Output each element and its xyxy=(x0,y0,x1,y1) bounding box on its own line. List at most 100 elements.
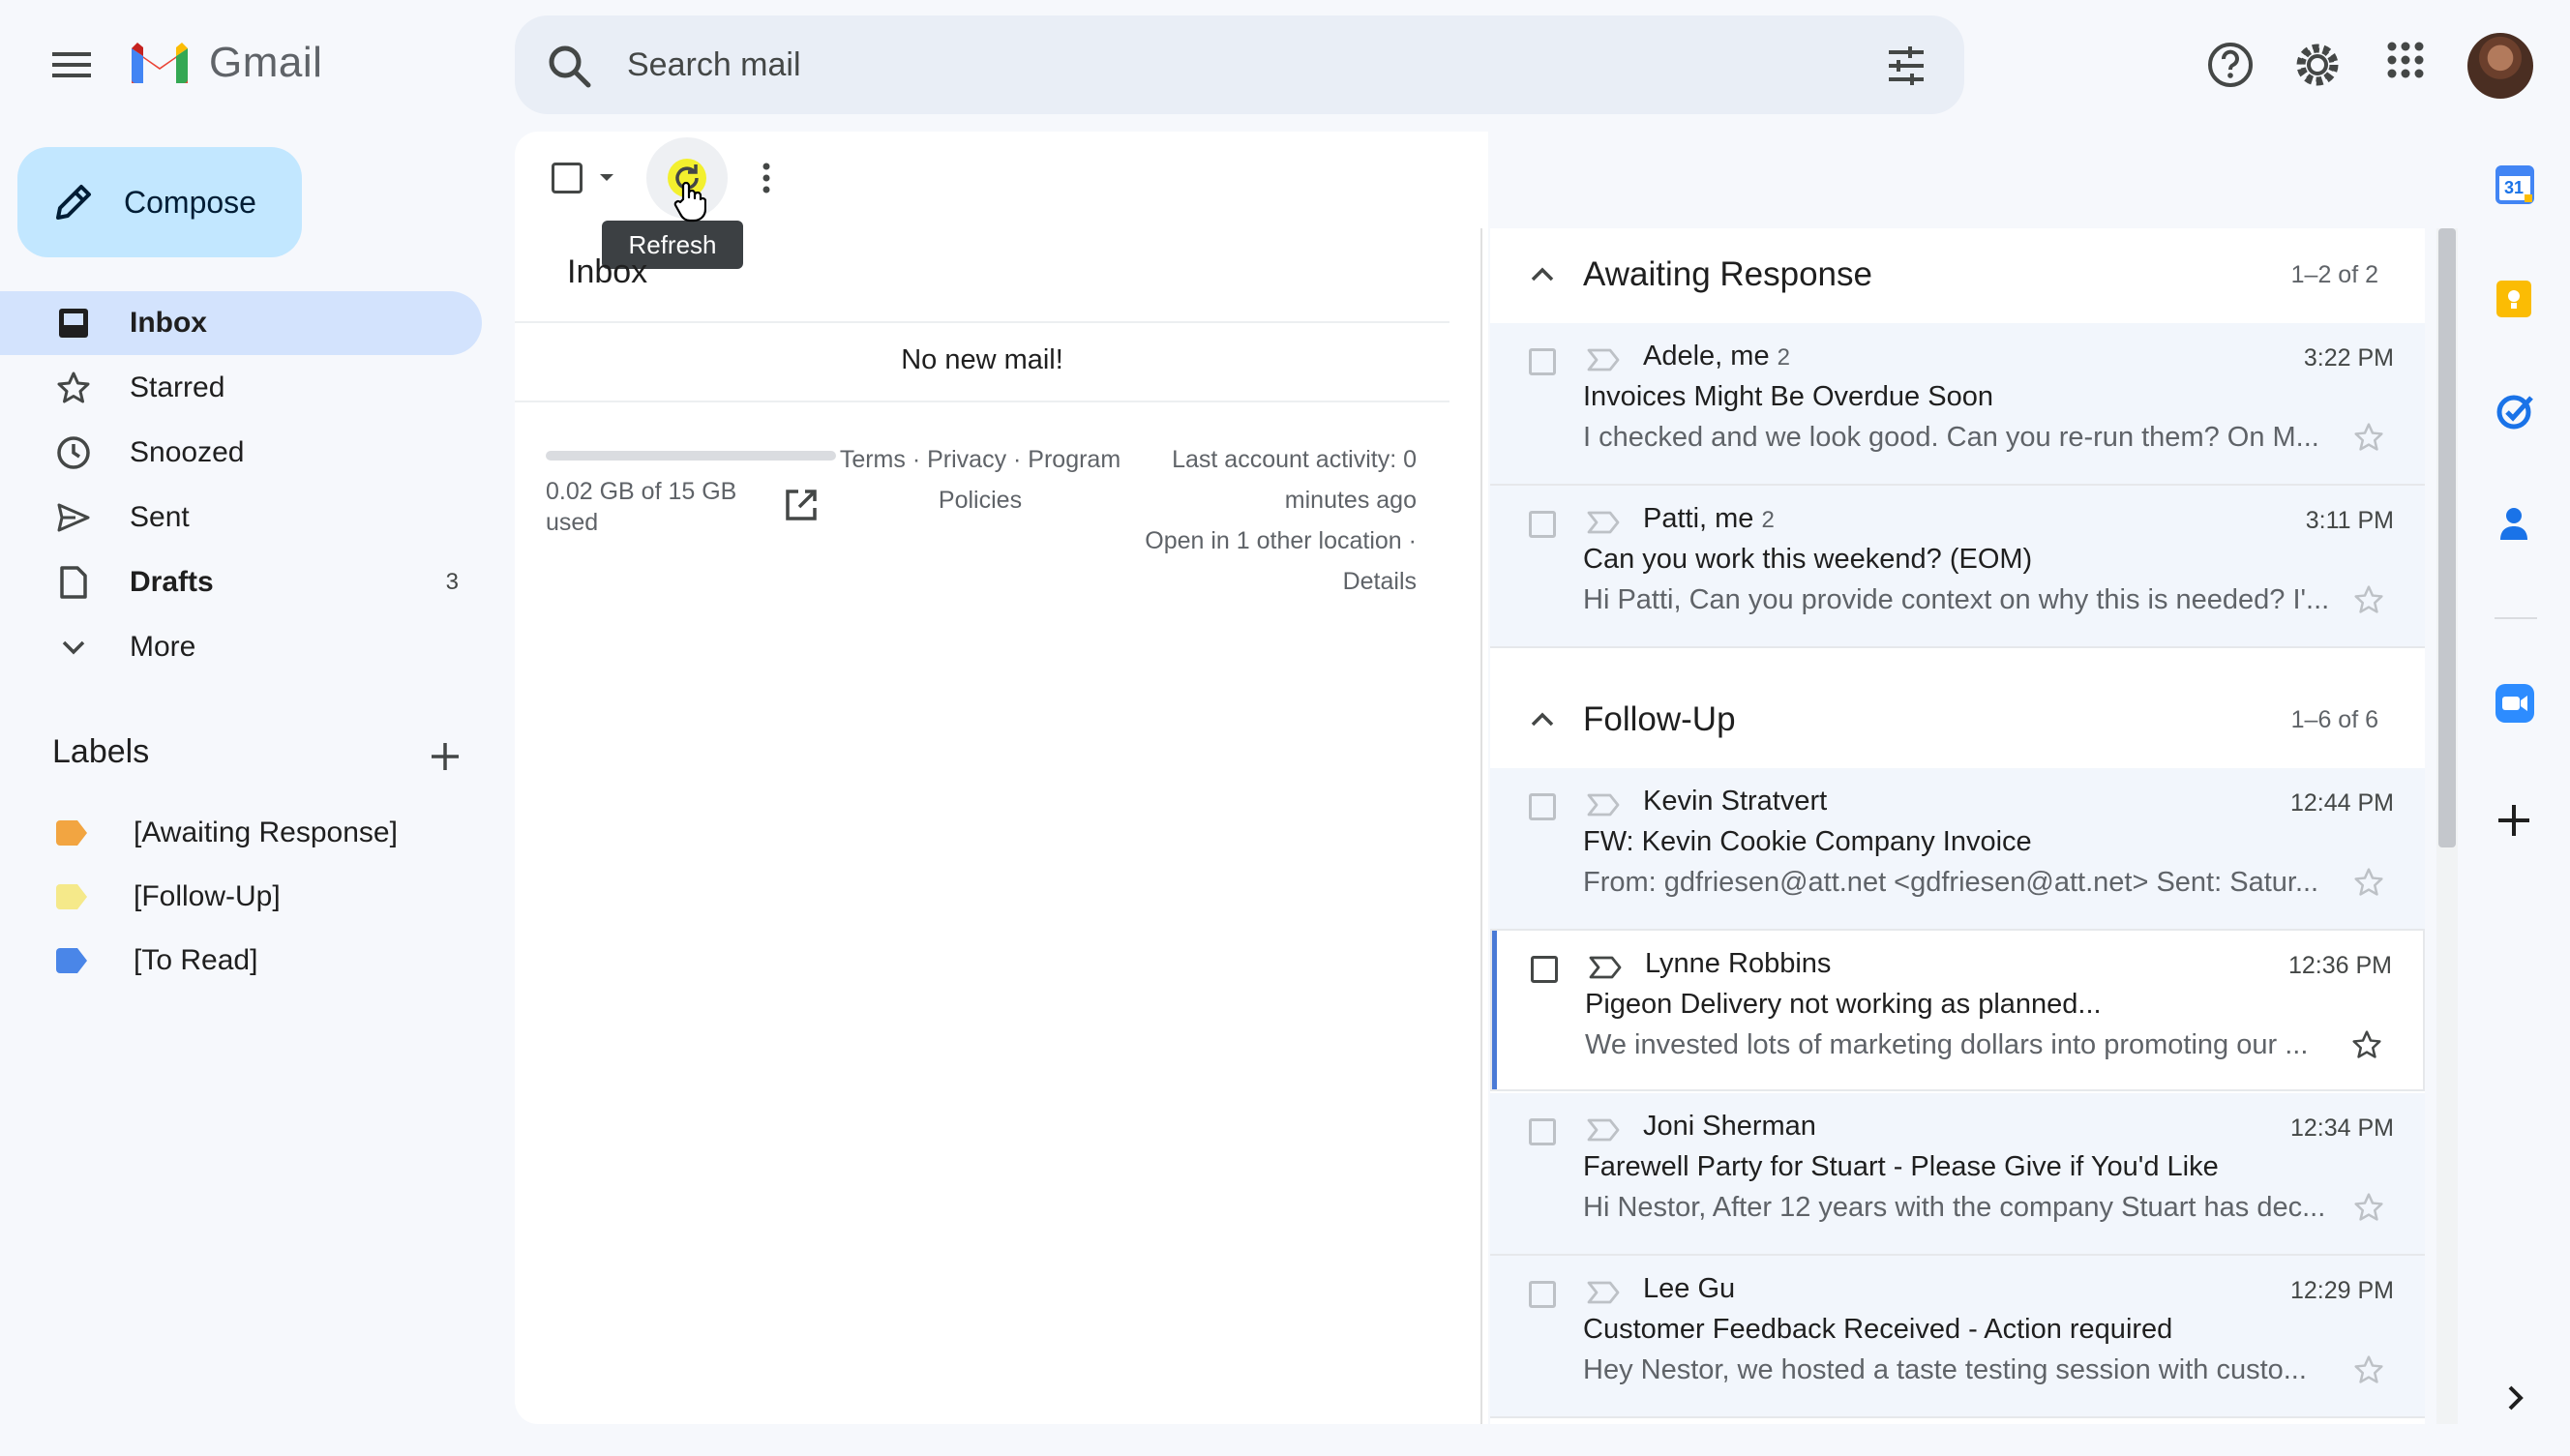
section-count: 1–6 of 6 xyxy=(2290,705,2378,733)
section-count: 1–2 of 2 xyxy=(2290,260,2378,288)
star-icon[interactable] xyxy=(2353,584,2384,615)
settings-gear-icon[interactable] xyxy=(2293,41,2342,89)
add-label-icon[interactable] xyxy=(428,739,463,774)
importance-marker-icon[interactable] xyxy=(1587,1281,1620,1304)
storage-usage-bar xyxy=(546,451,836,461)
apps-grid-icon[interactable] xyxy=(2386,41,2425,79)
row-checkbox[interactable] xyxy=(1529,1281,1556,1308)
nav-sent[interactable]: Sent xyxy=(0,486,482,550)
privacy-link[interactable]: Privacy xyxy=(927,446,1006,473)
row-subject: Pigeon Delivery not working as planned..… xyxy=(1585,989,2102,1020)
star-icon[interactable] xyxy=(2353,867,2384,898)
email-row[interactable]: Joni Sherman 12:34 PM Farewell Party for… xyxy=(1490,1093,2425,1256)
row-sender: Adele, me 2 xyxy=(1643,341,1790,372)
label-tag-icon xyxy=(56,884,87,909)
star-icon[interactable] xyxy=(2353,422,2384,453)
main-menu-icon[interactable] xyxy=(46,43,97,87)
row-subject: Customer Feedback Received - Action requ… xyxy=(1583,1314,2173,1345)
gmail-logo[interactable]: Gmail xyxy=(128,39,322,87)
footer-links: Terms · Privacy · Program Policies xyxy=(838,439,1122,520)
star-icon[interactable] xyxy=(2353,1354,2384,1385)
inbox-icon xyxy=(52,307,95,340)
star-icon[interactable] xyxy=(2353,1192,2384,1223)
star-icon[interactable] xyxy=(2351,1029,2382,1060)
importance-marker-icon[interactable] xyxy=(1589,956,1622,979)
nav-label: Starred xyxy=(130,371,225,403)
nav-inbox[interactable]: Inbox xyxy=(0,291,482,355)
more-vert-icon[interactable] xyxy=(757,161,776,195)
importance-marker-icon[interactable] xyxy=(1587,348,1620,371)
account-activity: Last account activity: 0 minutes ago Open… xyxy=(1132,439,1417,602)
nav-drafts[interactable]: Drafts 3 xyxy=(0,550,482,614)
calendar-day: 31 xyxy=(2504,178,2525,197)
search-options-icon[interactable] xyxy=(1885,45,1928,87)
keep-icon[interactable] xyxy=(2495,279,2533,319)
label-name: [To Read] xyxy=(134,944,258,976)
row-time: 12:44 PM xyxy=(2289,789,2394,817)
terms-link[interactable]: Terms xyxy=(840,446,906,473)
collapse-chevron-icon[interactable] xyxy=(1529,711,1556,728)
email-row[interactable]: Kevin Stratvert 12:44 PM FW: Kevin Cooki… xyxy=(1490,768,2425,931)
compose-button[interactable]: Compose xyxy=(17,147,302,257)
chevron-down-icon xyxy=(52,638,95,657)
open-in-new-icon[interactable] xyxy=(784,488,819,522)
zoom-icon[interactable] xyxy=(2495,683,2535,724)
importance-marker-icon[interactable] xyxy=(1587,1118,1620,1142)
nav-label: Inbox xyxy=(130,307,207,339)
row-subject: Invoices Might Be Overdue Soon xyxy=(1583,381,1993,412)
label-awaiting-response[interactable]: [Awaiting Response] xyxy=(0,803,482,863)
nav-snoozed[interactable]: Snoozed xyxy=(0,421,482,485)
search-icon[interactable] xyxy=(544,41,598,95)
label-name: [Awaiting Response] xyxy=(134,817,398,848)
sender-name: Adele, me xyxy=(1643,341,1770,371)
row-time: 12:34 PM xyxy=(2289,1114,2394,1142)
row-sender: Patti, me 2 xyxy=(1643,503,1775,535)
tasks-icon[interactable] xyxy=(2495,391,2535,431)
nav-starred[interactable]: Starred xyxy=(0,356,482,420)
nav-more[interactable]: More xyxy=(0,615,482,679)
search-input[interactable] xyxy=(627,31,1846,99)
section-title: Follow-Up xyxy=(1583,700,1736,738)
row-checkbox[interactable] xyxy=(1529,1118,1556,1145)
separator: · xyxy=(1401,527,1417,554)
expand-panel-icon[interactable] xyxy=(2504,1383,2527,1412)
collapse-chevron-icon[interactable] xyxy=(1529,266,1556,283)
row-checkbox[interactable] xyxy=(1529,793,1556,820)
divider xyxy=(515,401,1449,402)
select-all-checkbox[interactable] xyxy=(552,163,583,193)
label-follow-up[interactable]: [Follow-Up] xyxy=(0,867,482,927)
label-to-read[interactable]: [To Read] xyxy=(0,931,482,991)
email-row-selected[interactable]: Lynne Robbins 12:36 PM Pigeon Delivery n… xyxy=(1490,929,2425,1091)
row-subject: Farewell Party for Stuart - Please Give … xyxy=(1583,1151,2219,1182)
side-panel-divider xyxy=(2495,617,2537,619)
email-row[interactable]: Patti, me 2 3:11 PM Can you work this wee… xyxy=(1490,486,2425,648)
row-snippet: Hey Nestor, we hosted a taste testing se… xyxy=(1583,1354,2307,1385)
importance-marker-icon[interactable] xyxy=(1587,793,1620,817)
send-icon xyxy=(52,502,95,533)
importance-marker-icon[interactable] xyxy=(1587,511,1620,534)
divider xyxy=(515,321,1449,323)
add-icon[interactable] xyxy=(2495,801,2533,840)
other-location-text: Open in 1 other location xyxy=(1145,527,1402,554)
scrollbar-thumb[interactable] xyxy=(2438,228,2456,847)
sender-name: Patti, me xyxy=(1643,503,1754,534)
row-checkbox[interactable] xyxy=(1531,956,1558,983)
select-options-caret-icon[interactable] xyxy=(596,166,617,188)
star-icon xyxy=(52,371,95,405)
row-time: 3:22 PM xyxy=(2303,344,2394,371)
row-checkbox[interactable] xyxy=(1529,348,1556,375)
email-row[interactable]: Lee Gu 12:29 PM Customer Feedback Receiv… xyxy=(1490,1256,2425,1418)
row-sender: Kevin Stratvert xyxy=(1643,786,1828,817)
section-title: Awaiting Response xyxy=(1583,255,1872,293)
details-link[interactable]: Details xyxy=(1343,568,1417,595)
row-checkbox[interactable] xyxy=(1529,511,1556,538)
section-header-awaiting-response: Awaiting Response 1–2 of 2 xyxy=(1490,224,2425,325)
row-snippet: I checked and we look good. Can you re-r… xyxy=(1583,422,2319,453)
help-icon[interactable] xyxy=(2206,41,2255,89)
account-avatar[interactable] xyxy=(2467,33,2533,99)
row-snippet: Hi Nestor, After 12 years with the compa… xyxy=(1583,1192,2326,1223)
email-row[interactable]: Adele, me 2 3:22 PM Invoices Might Be Ove… xyxy=(1490,323,2425,486)
nav-label: Snoozed xyxy=(130,436,245,468)
hand-cursor-icon xyxy=(673,180,706,223)
contacts-icon[interactable] xyxy=(2495,503,2533,544)
